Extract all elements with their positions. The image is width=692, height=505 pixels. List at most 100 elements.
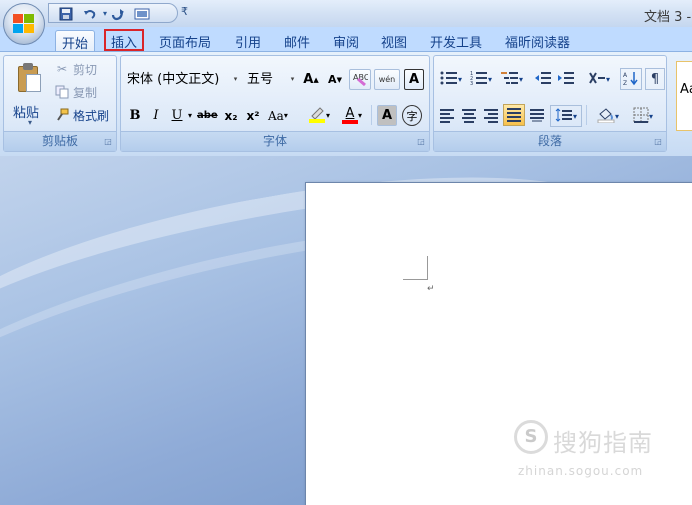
scissors-icon: ✂ bbox=[56, 62, 68, 76]
tab-view[interactable]: 视图 bbox=[375, 30, 413, 52]
bullets-button[interactable]: ▾ bbox=[437, 68, 465, 90]
separator bbox=[586, 105, 587, 125]
underline-dropdown-icon[interactable]: ▾ bbox=[185, 105, 195, 126]
increase-indent-button[interactable] bbox=[555, 68, 577, 90]
clear-format-button[interactable]: ABC bbox=[349, 69, 371, 90]
bold-button[interactable]: B bbox=[125, 105, 145, 126]
font-group-label: 字体 bbox=[121, 131, 429, 151]
phonetic-guide-button[interactable]: wén bbox=[374, 69, 400, 90]
numbering-button[interactable]: 1 2 3 ▾ bbox=[467, 68, 495, 90]
format-painter-button[interactable]: 格式刷 bbox=[54, 105, 109, 125]
paragraph-mark-icon: ¶ bbox=[650, 71, 660, 87]
borders-button[interactable]: ▾ bbox=[627, 105, 659, 127]
font-color-label: A bbox=[345, 106, 355, 121]
font-dialog-launcher-icon[interactable]: ◲ bbox=[416, 137, 426, 147]
underline-button[interactable]: U bbox=[167, 105, 187, 126]
ribbon-tabs: 开始 插入 页面布局 引用 邮件 审阅 视图 开发工具 福昕阅读器 bbox=[0, 27, 692, 52]
copy-icon bbox=[54, 84, 70, 100]
office-logo-icon bbox=[13, 14, 35, 34]
enclose-characters-button[interactable]: 字 bbox=[402, 105, 422, 126]
italic-button[interactable]: I bbox=[146, 105, 166, 126]
tab-review[interactable]: 审阅 bbox=[327, 30, 365, 52]
margin-corner-mark bbox=[427, 256, 428, 279]
paste-icon bbox=[16, 62, 44, 94]
align-left-icon bbox=[440, 109, 454, 123]
format-painter-label: 格式刷 bbox=[73, 108, 110, 123]
tab-insert[interactable]: 插入 bbox=[104, 29, 145, 51]
tab-page-layout[interactable]: 页面布局 bbox=[153, 30, 217, 52]
paint-bucket-icon bbox=[597, 107, 615, 126]
paragraph-dialog-launcher-icon[interactable]: ◲ bbox=[653, 137, 663, 147]
clipboard-dialog-launcher-icon[interactable]: ◲ bbox=[103, 137, 113, 147]
highlighter-icon bbox=[308, 105, 326, 127]
watermark-brand: 搜狗指南 bbox=[553, 429, 653, 457]
office-button[interactable] bbox=[3, 3, 45, 45]
multilevel-list-button[interactable]: ▾ bbox=[497, 68, 527, 90]
align-right-icon bbox=[484, 109, 498, 123]
line-spacing-button[interactable]: ▾ bbox=[550, 105, 582, 127]
svg-text:A: A bbox=[623, 72, 628, 79]
redo-icon[interactable] bbox=[109, 5, 127, 22]
format-painter-icon bbox=[54, 107, 70, 123]
font-size-dropdown-icon[interactable]: ▾ bbox=[287, 70, 298, 89]
character-shading-button[interactable]: A bbox=[377, 105, 397, 126]
change-case-button[interactable]: Aa ▾ bbox=[267, 105, 289, 126]
tab-references[interactable]: 引用 bbox=[229, 30, 267, 52]
watermark-url: zhinan.sogou.com bbox=[518, 464, 644, 478]
font-name-combo[interactable]: 宋体 (中文正文) ▾ bbox=[124, 69, 242, 90]
font-name-dropdown-icon[interactable]: ▾ bbox=[230, 70, 241, 89]
font-size-value: 五号 bbox=[247, 72, 274, 87]
tab-home[interactable]: 开始 bbox=[55, 30, 96, 52]
customize-qat-icon[interactable]: ₹ bbox=[181, 5, 188, 18]
paste-label: 粘贴 bbox=[13, 106, 40, 121]
svg-text:Z: Z bbox=[623, 80, 627, 86]
grow-font-icon: A bbox=[303, 72, 314, 87]
superscript-button[interactable]: x² bbox=[243, 105, 263, 126]
copy-button[interactable]: 复制 bbox=[54, 82, 97, 102]
align-left-button[interactable] bbox=[437, 105, 457, 127]
separator bbox=[371, 105, 372, 125]
bullets-icon bbox=[440, 71, 458, 88]
align-center-button[interactable] bbox=[459, 105, 479, 127]
change-case-label: Aa bbox=[268, 108, 284, 123]
cut-button[interactable]: ✂ 剪切 bbox=[54, 59, 97, 79]
chinese-layout-button[interactable]: ▾ bbox=[582, 68, 616, 90]
document-page[interactable]: ↵ S 搜狗指南 zhinan.sogou.com bbox=[305, 182, 692, 505]
subscript-button[interactable]: x₂ bbox=[221, 105, 241, 126]
phonetic-guide-icon: wén bbox=[378, 75, 396, 84]
shrink-font-button[interactable]: A ▼ bbox=[325, 69, 345, 90]
character-border-icon: A bbox=[408, 72, 420, 87]
shading-button[interactable]: ▾ bbox=[592, 105, 624, 127]
show-formatting-marks-button[interactable]: ¶ bbox=[645, 68, 665, 90]
print-preview-icon[interactable] bbox=[133, 5, 151, 22]
align-right-button[interactable] bbox=[481, 105, 501, 127]
justify-button[interactable] bbox=[503, 104, 525, 126]
grow-font-button[interactable]: A ▲ bbox=[301, 69, 321, 90]
distributed-button[interactable] bbox=[527, 105, 547, 127]
clipboard-group-label: 剪贴板 bbox=[4, 131, 116, 151]
character-border-button[interactable]: A bbox=[404, 69, 424, 90]
clipboard-group: 粘贴 ▾ ✂ 剪切 复制 格式刷 剪贴板 ◲ bbox=[3, 55, 117, 152]
styles-gallery[interactable]: Aa bbox=[676, 61, 692, 131]
character-shading-icon: A bbox=[381, 108, 393, 123]
tab-developer[interactable]: 开发工具 bbox=[424, 30, 488, 52]
font-color-button[interactable]: A ▾ bbox=[337, 105, 367, 126]
paste-button[interactable]: 粘贴 ▾ bbox=[6, 56, 50, 132]
highlight-color-button[interactable]: ▾ bbox=[304, 105, 334, 126]
font-name-value: 宋体 (中文正文) bbox=[127, 72, 220, 87]
tab-foxit-reader[interactable]: 福昕阅读器 bbox=[499, 30, 576, 52]
strikethrough-button[interactable]: abe bbox=[196, 105, 219, 126]
borders-icon bbox=[633, 107, 649, 126]
font-size-combo[interactable]: 五号 ▾ bbox=[244, 69, 299, 90]
numbering-icon: 123 bbox=[470, 71, 488, 88]
sort-icon: AZ bbox=[623, 70, 639, 89]
title-bar: ▾ ₹ 文档 3 - bbox=[0, 0, 692, 27]
decrease-indent-button[interactable] bbox=[532, 68, 554, 90]
sogou-logo-icon: S bbox=[514, 420, 548, 454]
save-icon[interactable] bbox=[57, 5, 75, 22]
ribbon: 粘贴 ▾ ✂ 剪切 复制 格式刷 剪贴板 ◲ 宋体 (中文正文) ▾ 五号 ▾ … bbox=[0, 51, 692, 156]
clear-format-icon: ABC bbox=[352, 70, 370, 90]
paragraph-group-label: 段落 bbox=[434, 131, 666, 151]
tab-mailings[interactable]: 邮件 bbox=[278, 30, 316, 52]
sort-button[interactable]: AZ bbox=[620, 68, 642, 90]
